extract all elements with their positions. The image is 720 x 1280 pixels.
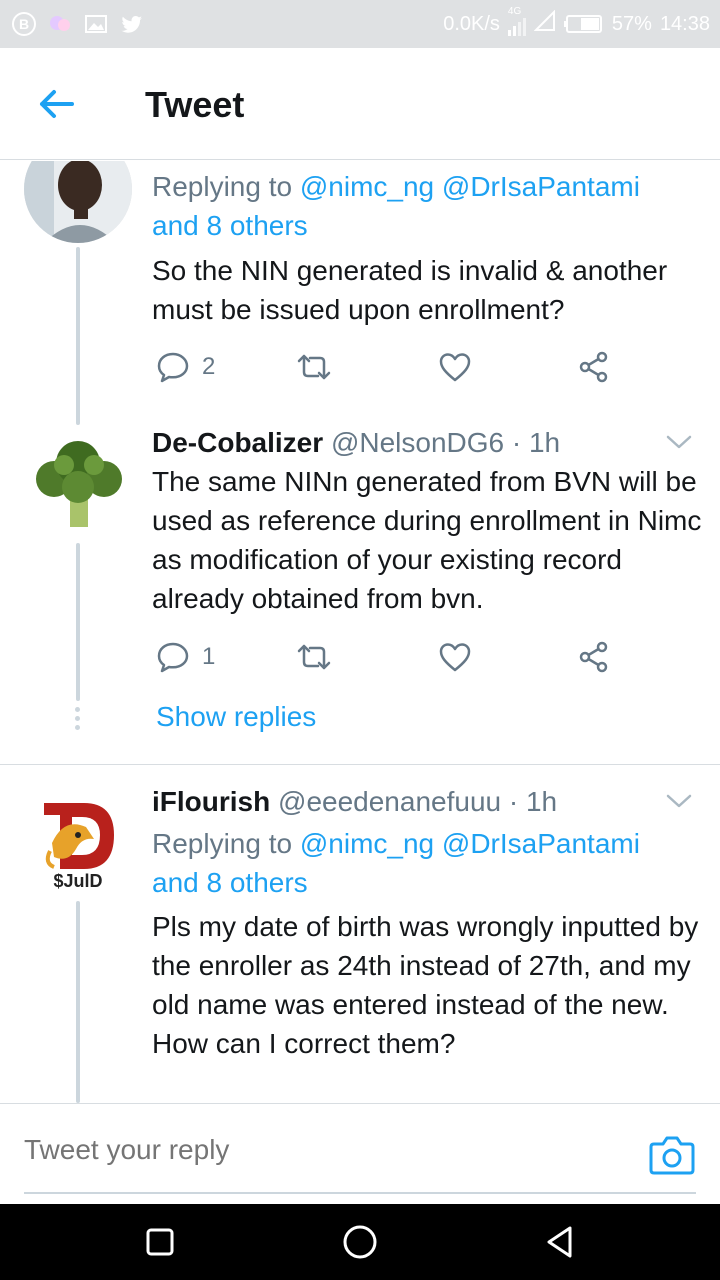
- comment-icon: [157, 352, 189, 383]
- share-icon: [579, 351, 608, 383]
- like-button[interactable]: [438, 345, 472, 389]
- bitcoin-icon: B: [10, 10, 38, 38]
- image-icon: [82, 10, 110, 38]
- signal-4g-icon: 4G: [507, 6, 526, 36]
- replying-to: Replying to @nimc_ng @DrIsaPantami and 8…: [152, 828, 640, 898]
- others-link[interactable]: and 8 others: [152, 210, 308, 241]
- tweet-text: So the NIN generated is invalid & anothe…: [152, 255, 668, 325]
- replying-to: Replying to @nimc_ng @DrIsaPantami and 8…: [152, 171, 640, 241]
- camera-icon: [649, 1136, 695, 1175]
- reply-button[interactable]: 1: [156, 635, 215, 679]
- back-button[interactable]: [32, 82, 80, 126]
- battery-icon: [563, 14, 604, 34]
- square-icon: [146, 1228, 174, 1256]
- heart-icon: [439, 643, 471, 672]
- thread-line: [76, 543, 80, 701]
- triangle-back-icon: [547, 1226, 572, 1258]
- user-handle: @eeedenanefuuu · 1h: [278, 786, 558, 817]
- tweet-header: De-Cobalizer @NelsonDG6 · 1h: [152, 423, 560, 462]
- share-icon: [579, 641, 608, 673]
- system-nav-bar: [0, 1204, 720, 1280]
- arrow-left-icon: [40, 90, 74, 118]
- signal-triangle-icon: [533, 9, 556, 38]
- app-bar: Tweet: [0, 48, 720, 160]
- tweet-menu-button[interactable]: [664, 427, 694, 457]
- reply-button[interactable]: 2: [156, 345, 215, 389]
- reply-composer: [0, 1103, 720, 1204]
- avatar[interactable]: [24, 429, 132, 537]
- retweet-button[interactable]: [296, 345, 332, 389]
- battery-percent: 57%: [611, 12, 652, 35]
- retweet-icon: [297, 354, 331, 380]
- retweet-button[interactable]: [296, 635, 332, 679]
- input-underline: [24, 1192, 696, 1194]
- retweet-icon: [297, 644, 331, 670]
- user-handle: @NelsonDG6 · 1h: [330, 427, 561, 458]
- twitter-bird-icon: [118, 10, 146, 38]
- user-name[interactable]: iFlourish: [152, 786, 270, 817]
- share-button[interactable]: [578, 345, 610, 389]
- divider: [0, 764, 720, 765]
- avatar-caption: $JulD: [53, 871, 103, 891]
- tweet-text: The same NINn generated from BVN will be…: [152, 466, 702, 614]
- reply-input[interactable]: [24, 1134, 604, 1166]
- camera-button[interactable]: [648, 1134, 696, 1176]
- circle-icon: [343, 1225, 377, 1259]
- tweet-actions: 1: [152, 635, 632, 679]
- net-speed: 0.0K/s: [443, 12, 500, 35]
- mention-link[interactable]: @nimc_ng @DrIsaPantami: [300, 828, 640, 859]
- mention-link[interactable]: @nimc_ng @DrIsaPantami: [300, 171, 640, 202]
- avatar[interactable]: $JulD: [24, 787, 132, 895]
- tweet-actions: 2: [152, 345, 632, 389]
- thread-line: [76, 901, 80, 1103]
- avatar[interactable]: [24, 161, 132, 243]
- home-button[interactable]: [340, 1222, 380, 1262]
- tweet-menu-button[interactable]: [664, 786, 694, 816]
- chevron-down-icon: [666, 794, 692, 808]
- comment-icon: [157, 642, 189, 673]
- reply-count: 2: [202, 353, 216, 380]
- svg-text:B: B: [19, 16, 29, 32]
- like-button[interactable]: [438, 635, 472, 679]
- tweet-text: Pls my date of birth was wrongly inputte…: [152, 911, 699, 1059]
- status-bar: B 0.0K/s 4G 57% 14:38: [0, 0, 720, 48]
- page-title: Tweet: [145, 84, 245, 125]
- thread-line: [76, 247, 80, 425]
- chevron-down-icon: [666, 435, 692, 449]
- network-type: 4G: [507, 6, 522, 17]
- reply-count: 1: [202, 643, 216, 670]
- share-button[interactable]: [578, 635, 610, 679]
- thread-continuation-dots: [75, 707, 80, 730]
- tweet-thread: Replying to @nimc_ng @DrIsaPantami and 8…: [0, 161, 720, 1103]
- recents-button[interactable]: [140, 1222, 180, 1262]
- clock: 14:38: [659, 12, 710, 35]
- others-link[interactable]: and 8 others: [152, 867, 308, 898]
- back-nav-button[interactable]: [540, 1222, 580, 1262]
- user-name[interactable]: De-Cobalizer: [152, 427, 323, 458]
- app-notification-icon: [46, 10, 74, 38]
- show-replies-link[interactable]: Show replies: [156, 701, 316, 733]
- tweet-header: iFlourish @eeedenanefuuu · 1h: [152, 782, 557, 821]
- heart-icon: [439, 353, 471, 382]
